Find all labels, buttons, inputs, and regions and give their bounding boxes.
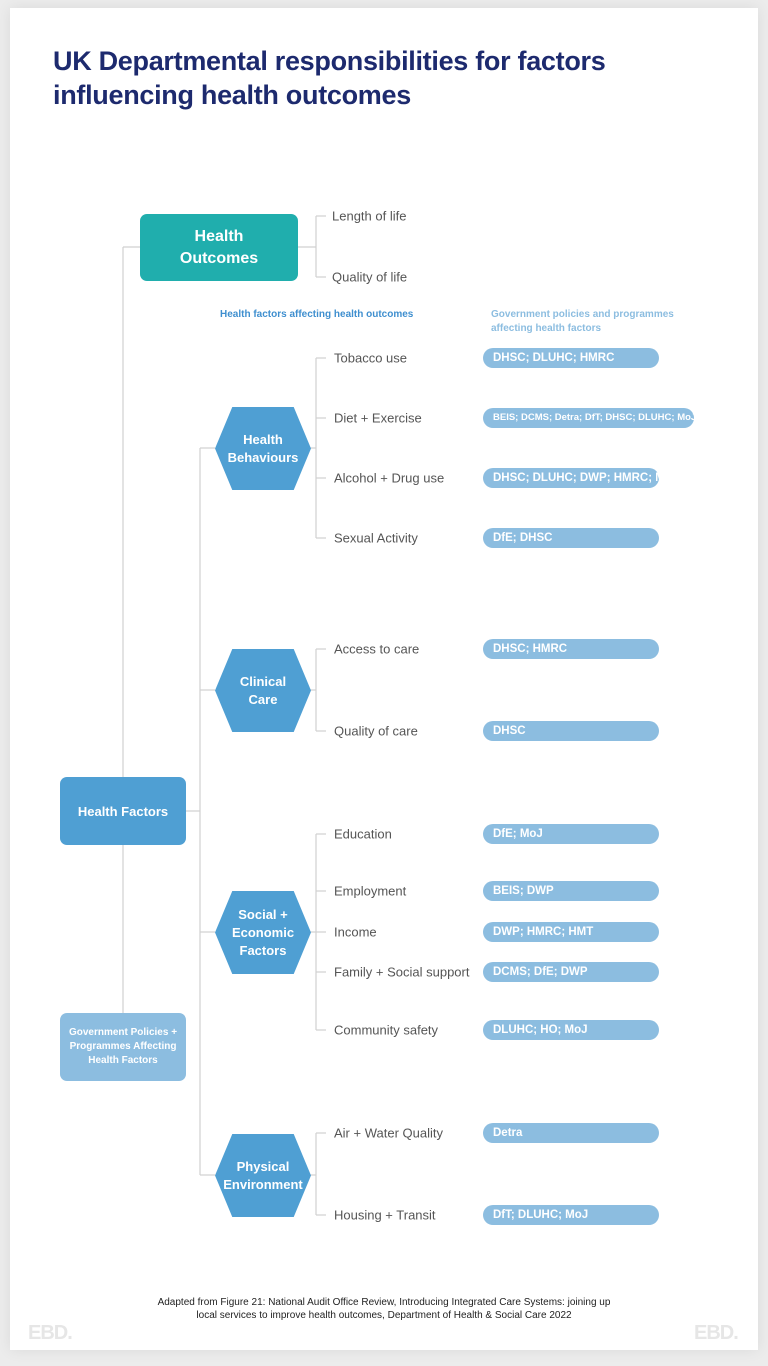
factor-item: Access to care: [334, 641, 420, 657]
department-pill: DHSC; HMRC: [483, 639, 659, 659]
health-outcomes-box: Health Outcomes: [140, 214, 298, 281]
department-pill: DHSC: [483, 721, 659, 741]
department-pill: DfE; DHSC: [483, 528, 659, 548]
factor-item: Employment: [334, 883, 407, 899]
department-pill: DWP; HMRC; HMT: [483, 922, 659, 942]
factor-group-hexagon: Physical Environment: [215, 1134, 311, 1217]
factor-item: Diet + Exercise: [334, 410, 422, 426]
ebd-logo-left: EBD.: [28, 1322, 73, 1344]
factor-item: Quality of care: [334, 723, 418, 739]
department-pill: BEIS; DCMS; Detra; DfT; DHSC; DLUHC; MoJ: [483, 408, 696, 428]
department-pill: DHSC; DLUHC; HMRC: [483, 348, 659, 368]
factors-header: Health factors affecting health outcomes: [220, 309, 414, 320]
factor-item: Alcohol + Drug use: [334, 470, 445, 486]
factor-group-hexagon: Social + Economic Factors: [215, 891, 311, 974]
factor-item: Community safety: [334, 1022, 439, 1038]
page-title: UK Departmental responsibilities for fac…: [53, 46, 606, 110]
department-pill: DHSC; DLUHC; DWP; HMRC; MoJ: [483, 468, 678, 488]
health-factors-box: Health Factors: [60, 777, 186, 845]
factor-item: Education: [334, 826, 392, 842]
department-pill: DfT; DLUHC; MoJ: [483, 1205, 659, 1225]
connector-lines: [122, 215, 326, 1216]
ebd-logo-right: EBD.: [694, 1322, 739, 1344]
department-pill: DfE; MoJ: [483, 824, 659, 844]
policies-box: Government Policies + Programmes Affecti…: [60, 1013, 186, 1081]
factor-item: Housing + Transit: [334, 1207, 436, 1223]
factor-group-hexagon: Health Behaviours: [215, 407, 311, 490]
factor-item: Income: [334, 924, 377, 940]
factor-group-hexagon: Clinical Care: [215, 649, 311, 732]
factor-item: Family + Social support: [334, 964, 470, 980]
factor-item: Sexual Activity: [334, 530, 418, 546]
source-credit: Adapted from Figure 21: National Audit O…: [157, 1297, 611, 1321]
policies-header: Government policies and programmes affec…: [491, 309, 674, 334]
department-pill: BEIS; DWP: [483, 881, 659, 901]
outcome-item: Length of life: [332, 208, 407, 224]
factor-item: Air + Water Quality: [334, 1125, 443, 1141]
department-pill: DCMS; DfE; DWP: [483, 962, 659, 982]
department-pill: DLUHC; HO; MoJ: [483, 1020, 659, 1040]
outcome-item: Quality of life: [332, 269, 408, 285]
department-pill: Detra: [483, 1123, 659, 1143]
factor-item: Tobacco use: [334, 350, 407, 366]
